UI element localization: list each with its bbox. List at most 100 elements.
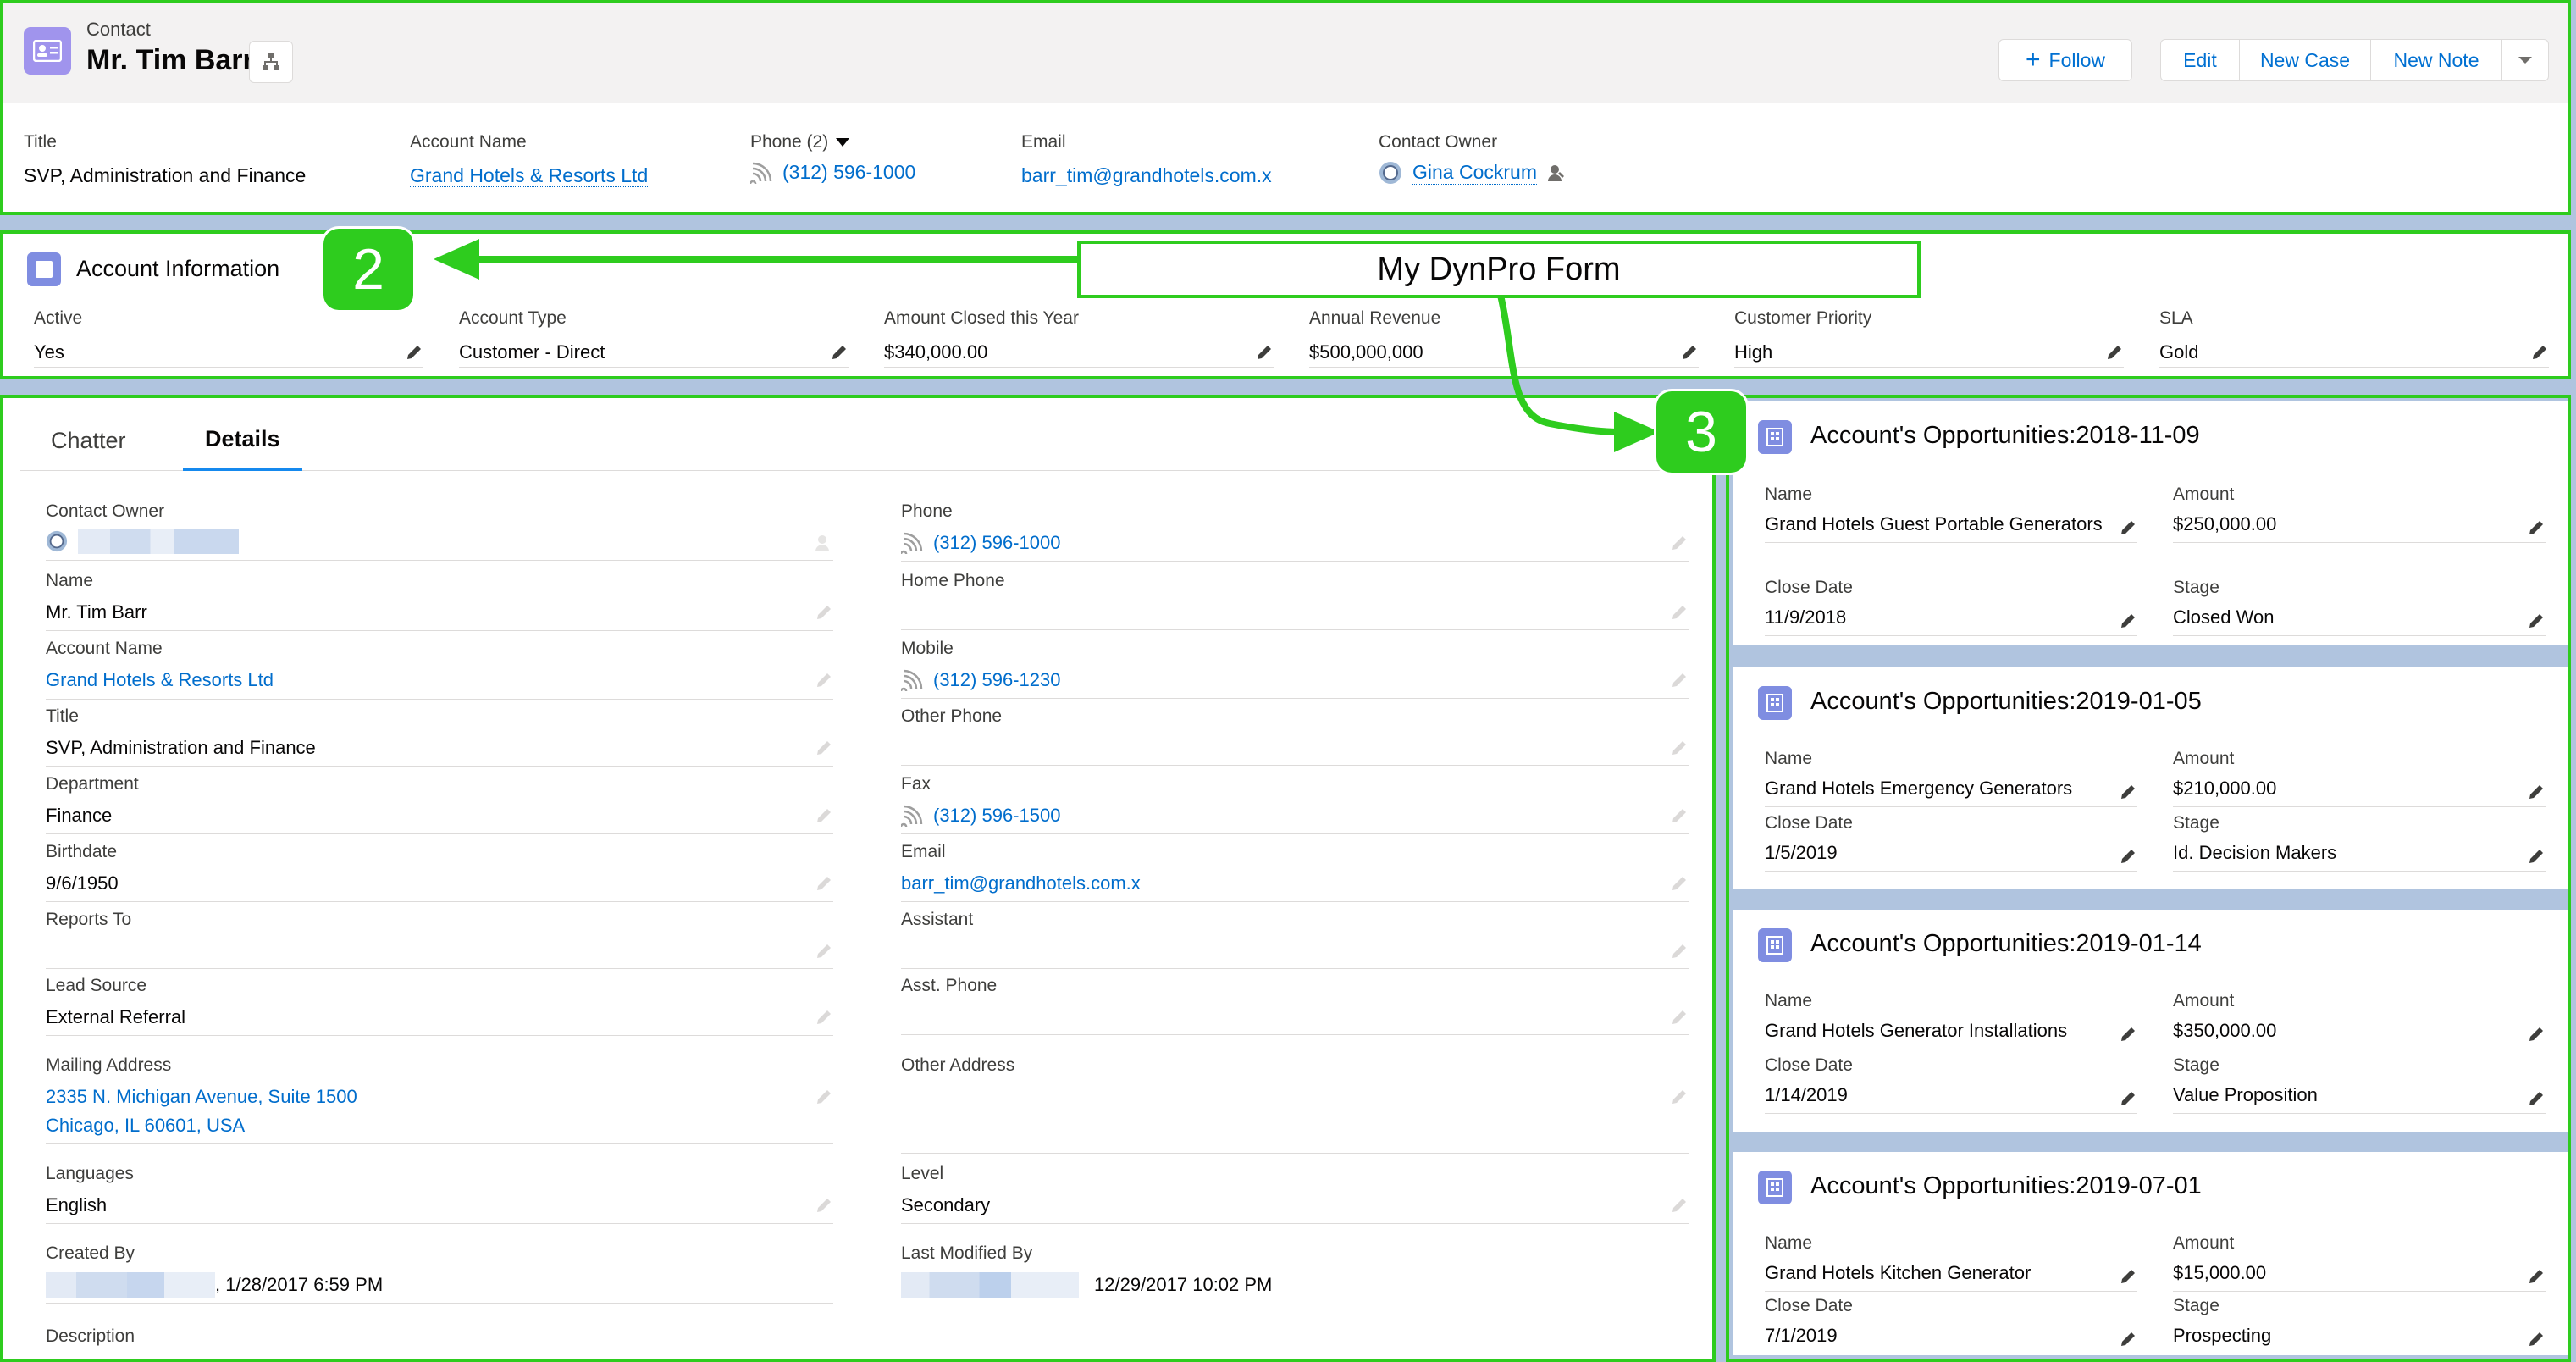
edit-pencil-icon[interactable] [2527,518,2546,537]
edit-pencil-icon[interactable] [1670,1008,1689,1027]
field-value: $340,000.00 [884,340,988,363]
hierarchy-icon [263,53,279,70]
hierarchy-button[interactable] [249,41,293,83]
edit-pencil-icon[interactable] [2527,1025,2546,1044]
opportunity-card: Account's Opportunities:2019-01-05 Name … [1733,667,2568,889]
phone-link[interactable]: (312) 596-1000 [782,161,915,184]
edit-pencil-icon[interactable] [1670,603,1689,622]
edit-pencil-icon[interactable] [815,671,833,689]
edit-pencil-icon[interactable] [1680,343,1699,362]
edit-pencil-icon[interactable] [815,1008,833,1027]
redacted-owner-name[interactable] [78,529,239,554]
change-owner-icon[interactable] [815,534,833,552]
edit-pencil-icon[interactable] [815,806,833,825]
tab-details[interactable]: Details [183,410,302,471]
more-actions-button[interactable] [2501,39,2549,81]
edit-pencil-icon[interactable] [2119,1330,2137,1348]
edit-pencil-icon[interactable] [815,739,833,757]
highlight-title: Title SVP, Administration and Finance [24,132,306,187]
edit-pencil-icon[interactable] [1670,942,1689,961]
phone-link[interactable]: (312) 596-1000 [933,529,1060,557]
chevron-down-icon [2518,57,2532,64]
owner-link[interactable]: Gina Cockrum [1412,161,1537,185]
edit-pencil-icon[interactable] [815,603,833,622]
field-label: Amount [2173,749,2235,768]
edit-pencil-icon[interactable] [830,343,849,362]
edit-pencil-icon[interactable] [1670,806,1689,825]
field-value: $350,000.00 [2173,1020,2277,1041]
highlight-account-name: Account Name Grand Hotels & Resorts Ltd [410,132,649,187]
edit-button[interactable]: Edit [2160,39,2240,81]
highlight-phone-label: Phone (2) [750,132,829,152]
edit-pencil-icon[interactable] [2527,847,2546,866]
new-case-button[interactable]: New Case [2239,39,2371,81]
email-link[interactable]: barr_tim@grandhotels.com.x [901,869,1141,898]
edit-pencil-icon[interactable] [815,874,833,893]
edit-pencil-icon[interactable] [2527,1267,2546,1286]
edit-pencil-icon[interactable] [1670,874,1689,893]
account-name-link[interactable]: Grand Hotels & Resorts Ltd [46,666,274,695]
field-label: Amount [2173,484,2235,504]
opp-stage-field: Stage Closed Won [2173,578,2546,636]
record-title: Mr. Tim Barr [86,44,254,76]
field-label: Stage [2173,1055,2219,1075]
follow-button[interactable]: + Follow [1998,39,2132,81]
address-line-1[interactable]: 2335 N. Michigan Avenue, Suite 1500 [46,1082,357,1111]
edit-pencil-icon[interactable] [2119,1267,2137,1286]
caret-down-icon[interactable] [835,137,850,147]
edit-pencil-icon[interactable] [2119,783,2137,801]
edit-pencil-icon[interactable] [1670,1088,1689,1106]
mobile-link[interactable]: (312) 596-1230 [933,666,1060,695]
tab-chatter[interactable]: Chatter [29,410,148,471]
detail-level: Level Secondary [901,1164,1689,1224]
new-note-button[interactable]: New Note [2370,39,2502,81]
edit-pencil-icon[interactable] [815,1196,833,1215]
edit-pencil-icon[interactable] [2527,1330,2546,1348]
email-link[interactable]: barr_tim@grandhotels.com.x [1021,164,1272,186]
edit-pencil-icon[interactable] [2119,612,2137,630]
edit-pencil-icon[interactable] [2527,612,2546,630]
field-label: Mailing Address [46,1055,172,1075]
highlight-phone: Phone (2) (312) 596-1000 [750,132,915,184]
edit-pencil-icon[interactable] [1255,343,1274,362]
account-name-link[interactable]: Grand Hotels & Resorts Ltd [410,164,649,187]
edit-pencil-icon[interactable] [1670,534,1689,552]
edit-pencil-icon[interactable] [1670,671,1689,689]
edit-pencil-icon[interactable] [815,1088,833,1106]
field-value: $15,000.00 [2173,1262,2267,1283]
field-label: Phone [901,501,953,521]
opp-close-date-field: Close Date 7/1/2019 [1765,1296,2137,1354]
field-label: Assistant [901,910,974,929]
address-line-2[interactable]: Chicago, IL 60601, USA [46,1111,357,1140]
fax-link[interactable]: (312) 596-1500 [933,801,1060,830]
field-label: Amount Closed this Year [884,308,1079,328]
edit-pencil-icon[interactable] [815,942,833,961]
redacted-modifier-name[interactable] [901,1272,1079,1298]
edit-pencil-icon[interactable] [2530,343,2549,362]
field-label: Active [34,308,83,328]
edit-pencil-icon[interactable] [1670,739,1689,757]
field-label: Name [1765,749,1813,768]
details-panel: Chatter Details Contact Owner Name Mr. T… [0,395,1716,1362]
account-field-active: Active Yes [34,308,423,368]
field-value: Value Proposition [2173,1084,2318,1105]
field-label: Mobile [901,639,954,658]
edit-pencil-icon[interactable] [2527,783,2546,801]
field-label: Contact Owner [46,501,165,521]
field-label: SLA [2159,308,2193,328]
edit-pencil-icon[interactable] [2527,1089,2546,1108]
detail-birthdate: Birthdate 9/6/1950 [46,842,833,902]
edit-pencil-icon[interactable] [2119,518,2137,537]
edit-pencil-icon[interactable] [2119,1089,2137,1108]
edit-pencil-icon[interactable] [1670,1196,1689,1215]
edit-pencil-icon[interactable] [405,343,423,362]
redacted-creator-name[interactable] [46,1272,215,1298]
detail-home-phone: Home Phone [901,571,1689,630]
highlight-title-label: Title [24,132,57,152]
change-owner-icon[interactable] [1547,163,1566,182]
edit-pencil-icon[interactable] [2105,343,2124,362]
field-label: Name [1765,991,1813,1010]
edit-pencil-icon[interactable] [2119,1025,2137,1044]
edit-pencil-icon[interactable] [2119,847,2137,866]
opportunity-title: Account's Opportunities:2019-01-14 [1810,930,2202,957]
